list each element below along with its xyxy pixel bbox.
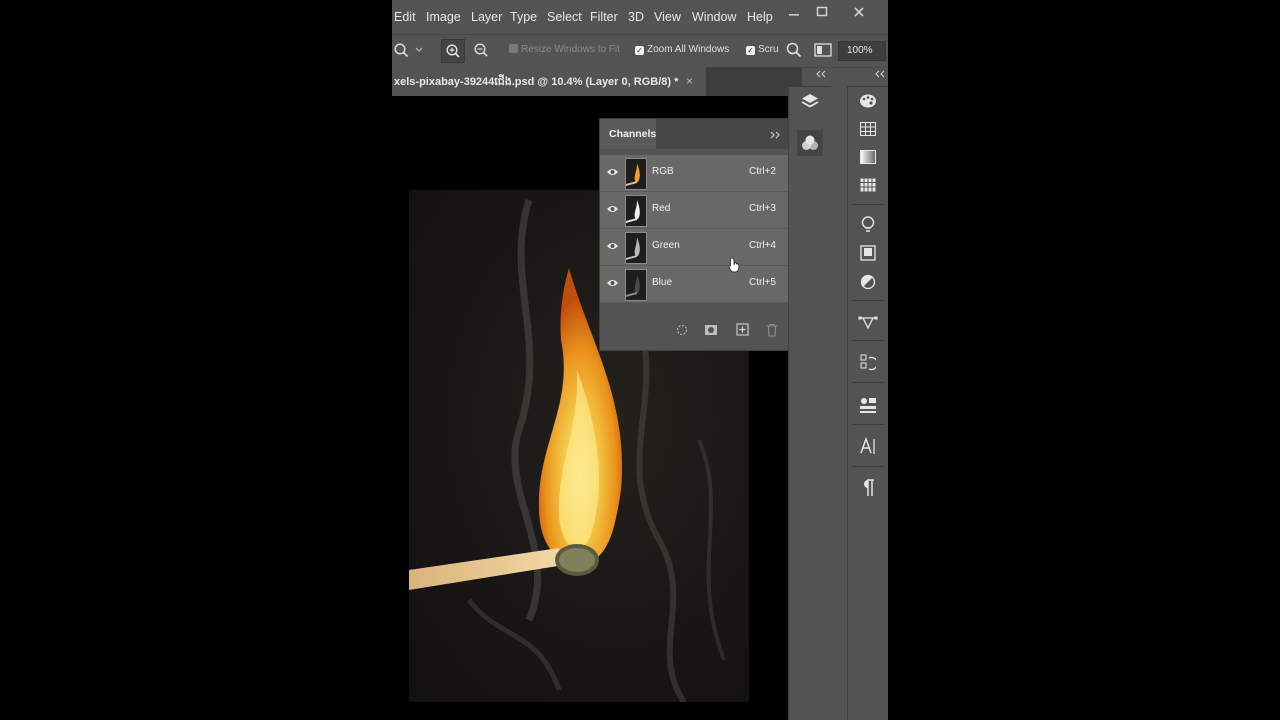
history-icon[interactable] <box>860 354 876 372</box>
channel-row-rgb[interactable]: RGB Ctrl+2 <box>600 155 790 192</box>
channel-shortcut: Ctrl+4 <box>749 240 776 251</box>
close-tab-icon[interactable]: × <box>686 74 693 88</box>
channel-name: Green <box>652 240 680 251</box>
new-channel-icon[interactable] <box>736 323 749 336</box>
menu-3d[interactable]: 3D <box>628 10 644 24</box>
menu-window[interactable]: Window <box>692 10 736 24</box>
character-icon[interactable] <box>859 437 877 455</box>
menu-edit[interactable]: Edit <box>394 10 416 24</box>
channel-name: Blue <box>652 277 673 288</box>
search-icon[interactable] <box>786 42 802 58</box>
close-icon[interactable] <box>853 6 865 18</box>
channel-row-red[interactable]: Red Ctrl+3 <box>600 192 790 229</box>
menu-bar: Edit Image Layer Type Select Filter 3D V… <box>392 0 888 34</box>
trash-icon[interactable] <box>766 323 778 337</box>
collapse-dock-icon[interactable] <box>816 70 826 78</box>
channel-shortcut: Ctrl+3 <box>749 203 776 214</box>
channels-panel-button[interactable] <box>797 130 823 156</box>
channel-thumbnail <box>625 269 647 301</box>
resize-windows-option[interactable]: Resize Windows to Fit <box>509 44 620 55</box>
collapse-panel-icon[interactable] <box>770 131 782 139</box>
collapse-dock-icon[interactable] <box>875 70 885 78</box>
zoom-100-button[interactable]: 100% <box>838 41 886 61</box>
maximize-icon[interactable] <box>816 6 828 18</box>
gradient-icon[interactable] <box>860 150 876 164</box>
photoshop-window: Edit Image Layer Type Select Filter 3D V… <box>392 0 888 720</box>
mouse-cursor-icon <box>728 257 740 273</box>
menu-help[interactable]: Help <box>747 10 773 24</box>
document-tab-title: xels-pixabay-39244ជើង.psd @ 10.4% (Layer… <box>394 76 679 88</box>
lightbulb-icon[interactable] <box>861 216 875 234</box>
channel-name: RGB <box>652 166 674 177</box>
channels-list: RGB Ctrl+2 Red Ctrl+3 Green Ctrl+4 Blue … <box>600 155 790 303</box>
eye-icon[interactable] <box>606 204 619 214</box>
menu-image[interactable]: Image <box>426 10 461 24</box>
adjustments-icon[interactable] <box>860 274 876 290</box>
load-selection-icon[interactable] <box>676 324 688 336</box>
channel-row-green[interactable]: Green Ctrl+4 <box>600 229 790 266</box>
channels-footer <box>600 315 806 350</box>
document-tab[interactable]: xels-pixabay-39244ជើង.psd @ 10.4% (Layer… <box>392 67 706 96</box>
menu-layer[interactable]: Layer <box>471 10 502 24</box>
paths-icon[interactable] <box>858 314 878 330</box>
properties-icon[interactable] <box>859 396 877 414</box>
channels-icon <box>802 135 818 150</box>
menu-select[interactable]: Select <box>547 10 582 24</box>
menu-type[interactable]: Type <box>510 10 537 24</box>
save-selection-icon[interactable] <box>704 324 718 336</box>
options-bar: Resize Windows to Fit ✓ Zoom All Windows … <box>392 34 888 68</box>
eye-icon[interactable] <box>606 241 619 251</box>
paragraph-icon[interactable] <box>861 479 875 497</box>
layers-icon[interactable] <box>800 92 820 112</box>
channel-thumbnail <box>625 195 647 227</box>
swatches-icon[interactable] <box>860 122 876 136</box>
document-tab-strip: xels-pixabay-39244ជើង.psd @ 10.4% (Layer… <box>392 67 802 96</box>
zoom-all-windows-option[interactable]: ✓ Zoom All Windows <box>635 44 729 55</box>
channel-name: Red <box>652 203 671 214</box>
chevron-down-icon[interactable] <box>415 47 423 53</box>
resize-windows-checkbox[interactable] <box>509 44 518 53</box>
scrubby-checkbox[interactable]: ✓ <box>746 46 755 55</box>
zoom-out-icon[interactable] <box>473 42 489 58</box>
tab-channels[interactable]: Channels <box>600 119 656 149</box>
channel-shortcut: Ctrl+2 <box>749 166 776 177</box>
zoom-tool-icon[interactable] <box>393 42 409 58</box>
eye-icon[interactable] <box>606 167 619 177</box>
eye-icon[interactable] <box>606 278 619 288</box>
channel-thumbnail <box>625 232 647 264</box>
channel-row-blue[interactable]: Blue Ctrl+5 <box>600 266 790 303</box>
scrubby-zoom-option[interactable]: ✓ Scru <box>746 44 779 55</box>
zoom-in-icon <box>446 44 460 58</box>
channels-panel: Channels RGB Ctrl+2 Red Ctrl+3 Green Ctr… <box>599 118 807 351</box>
zoom-in-button[interactable] <box>441 39 465 63</box>
channels-panel-header: Channels <box>600 119 806 149</box>
panel-dock-tools <box>847 70 888 720</box>
channel-thumbnail <box>625 158 647 190</box>
libraries-icon[interactable] <box>860 245 876 261</box>
color-palette-icon[interactable] <box>859 93 877 109</box>
zoom-all-checkbox[interactable]: ✓ <box>635 46 644 55</box>
minimize-icon[interactable] <box>788 10 800 18</box>
actual-size-icon[interactable] <box>814 43 832 57</box>
menu-filter[interactable]: Filter <box>590 10 618 24</box>
channel-shortcut: Ctrl+5 <box>749 277 776 288</box>
panel-dock-narrow <box>788 70 831 720</box>
zoom-value: 100% <box>847 45 873 56</box>
patterns-icon[interactable] <box>860 178 876 192</box>
menu-view[interactable]: View <box>654 10 681 24</box>
